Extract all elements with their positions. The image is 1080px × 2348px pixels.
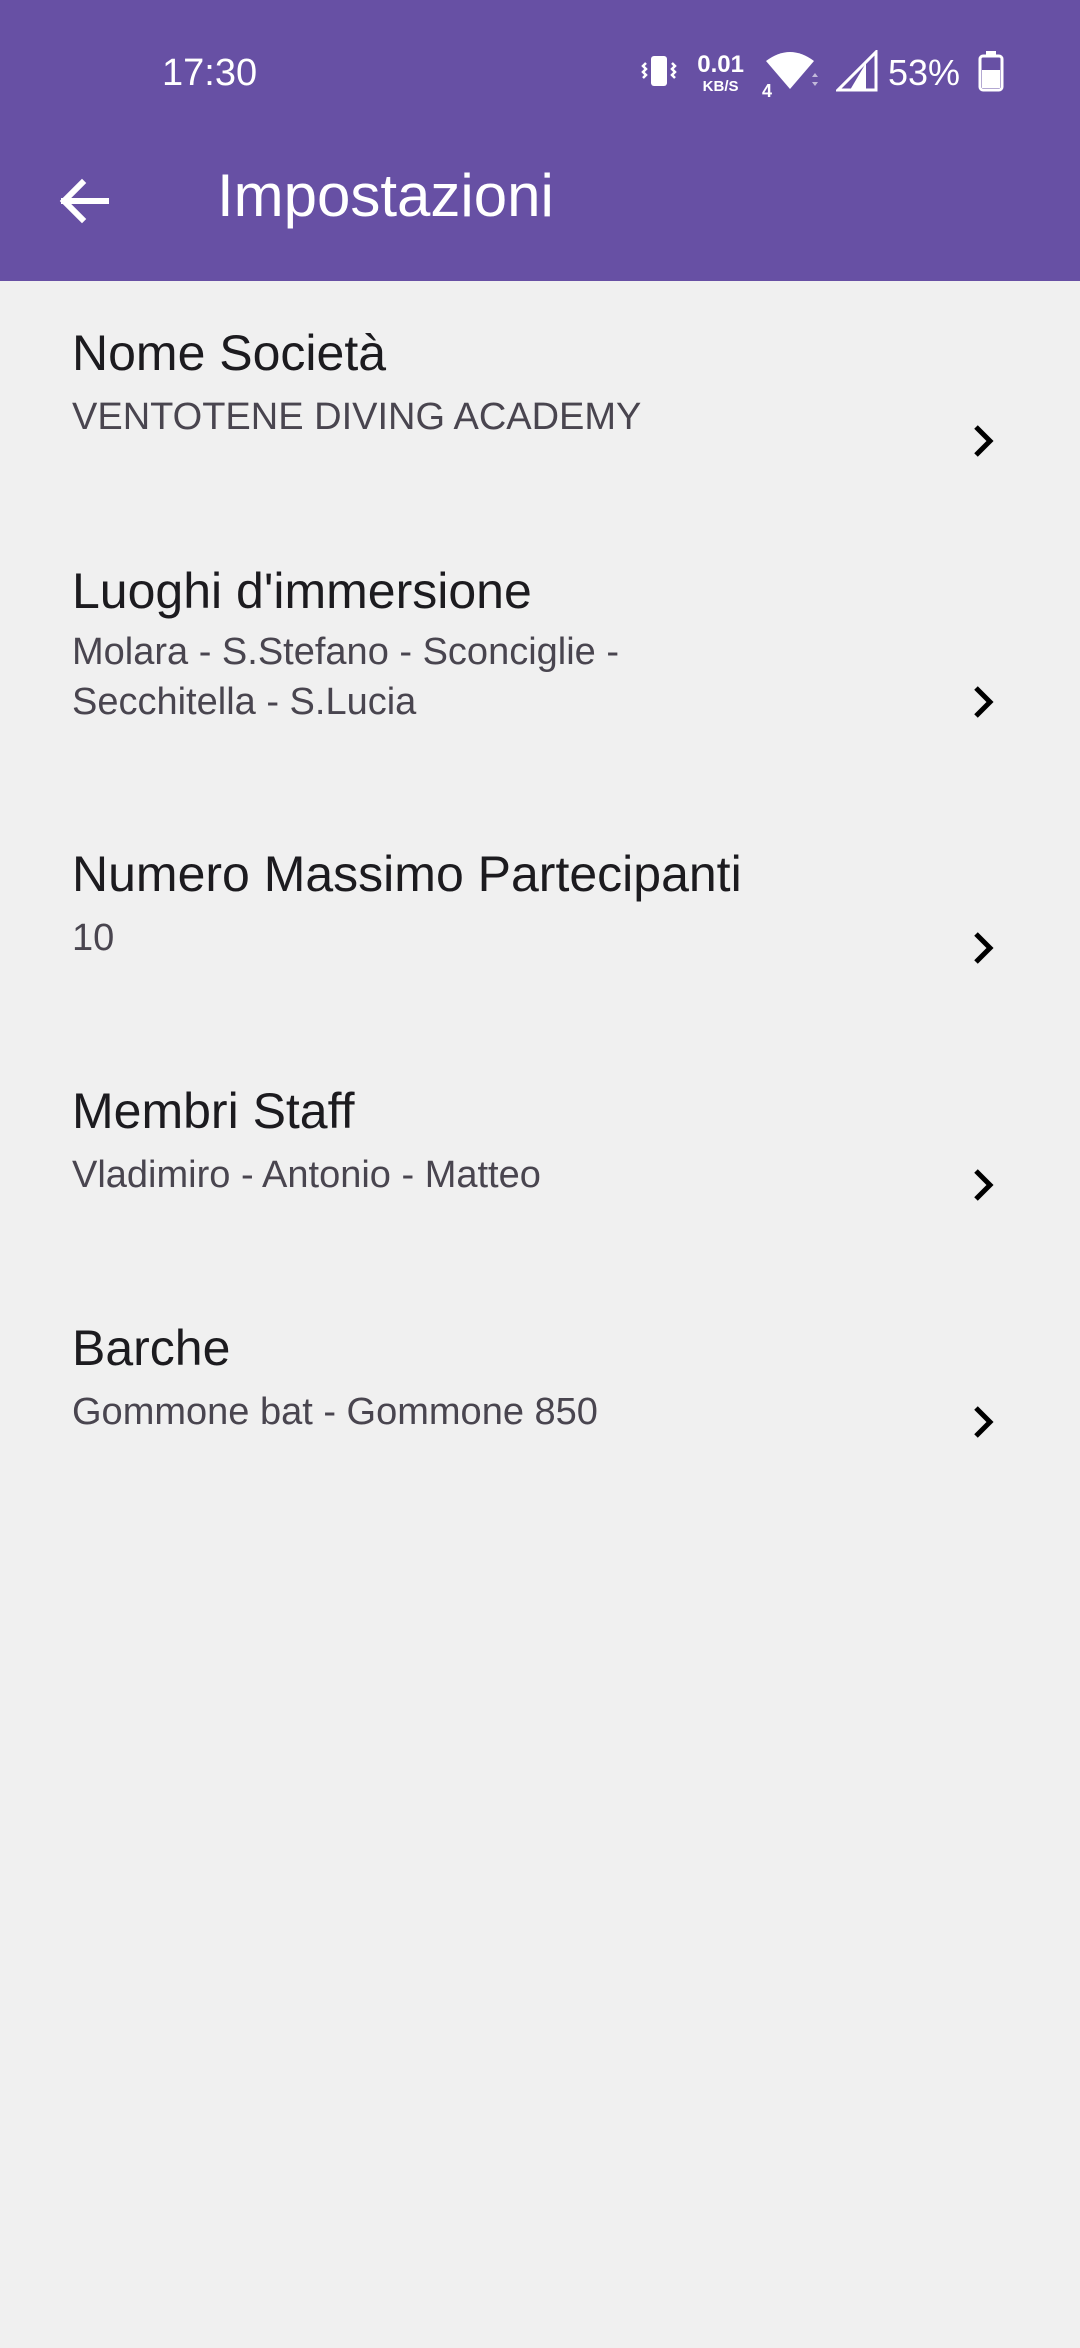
back-button[interactable] <box>42 159 126 243</box>
net-speed-value: 0.01 <box>697 50 744 78</box>
battery-percent: 53% <box>887 52 960 93</box>
chevron-right-icon <box>954 411 1014 471</box>
setting-title: Nome Società <box>72 325 387 381</box>
setting-value: Gommone bat - Gommone 850 <box>72 1391 598 1433</box>
chevron-right-icon <box>954 918 1014 978</box>
setting-staff-members[interactable]: Membri Staff Vladimiro - Antonio - Matte… <box>0 1081 1080 1231</box>
setting-value: VENTOTENE DIVING ACADEMY <box>72 396 642 438</box>
chevron-right-icon <box>954 1392 1014 1452</box>
setting-value: Vladimiro - Antonio - Matteo <box>72 1154 541 1196</box>
net-speed-unit: KB/S <box>702 77 739 95</box>
setting-title: Luoghi d'immersione <box>72 563 532 619</box>
setting-value: 10 <box>72 917 115 959</box>
setting-title: Numero Massimo Partecipanti <box>72 846 742 902</box>
app-bar: 17:30 0.01 KB/S 4 53% Impostazioni <box>0 0 1080 281</box>
chevron-right-icon <box>954 1155 1014 1215</box>
net-speed-indicator: 0.01 KB/S <box>697 50 744 95</box>
setting-boats[interactable]: Barche Gommone bat - Gommone 850 <box>0 1318 1080 1468</box>
setting-max-participants[interactable]: Numero Massimo Partecipanti 10 <box>0 844 1080 994</box>
chevron-right-icon <box>954 672 1014 732</box>
setting-dive-sites[interactable]: Luoghi d'immersione Molara - S.Stefano -… <box>0 561 1080 751</box>
setting-company-name[interactable]: Nome Società VENTOTENE DIVING ACADEMY <box>0 323 1080 473</box>
setting-title: Membri Staff <box>72 1083 355 1139</box>
page-title: Impostazioni <box>217 162 554 229</box>
battery-icon <box>978 50 1004 97</box>
setting-value: Molara - S.Stefano - Sconciglie - Secchi… <box>72 627 972 727</box>
arrow-back-icon <box>59 178 109 224</box>
setting-value-line: Molara - S.Stefano - Sconciglie - <box>72 631 620 673</box>
wifi-icon: 4 <box>762 49 818 101</box>
signal-sub-label: 4 <box>761 80 772 101</box>
cellular-signal-icon <box>834 47 878 97</box>
status-icons: 0.01 KB/S 4 53% <box>621 47 1004 101</box>
vibrate-icon <box>639 51 679 96</box>
setting-value-line: Secchitella - S.Lucia <box>72 681 417 723</box>
setting-title: Barche <box>72 1320 231 1376</box>
status-time: 17:30 <box>162 52 258 94</box>
